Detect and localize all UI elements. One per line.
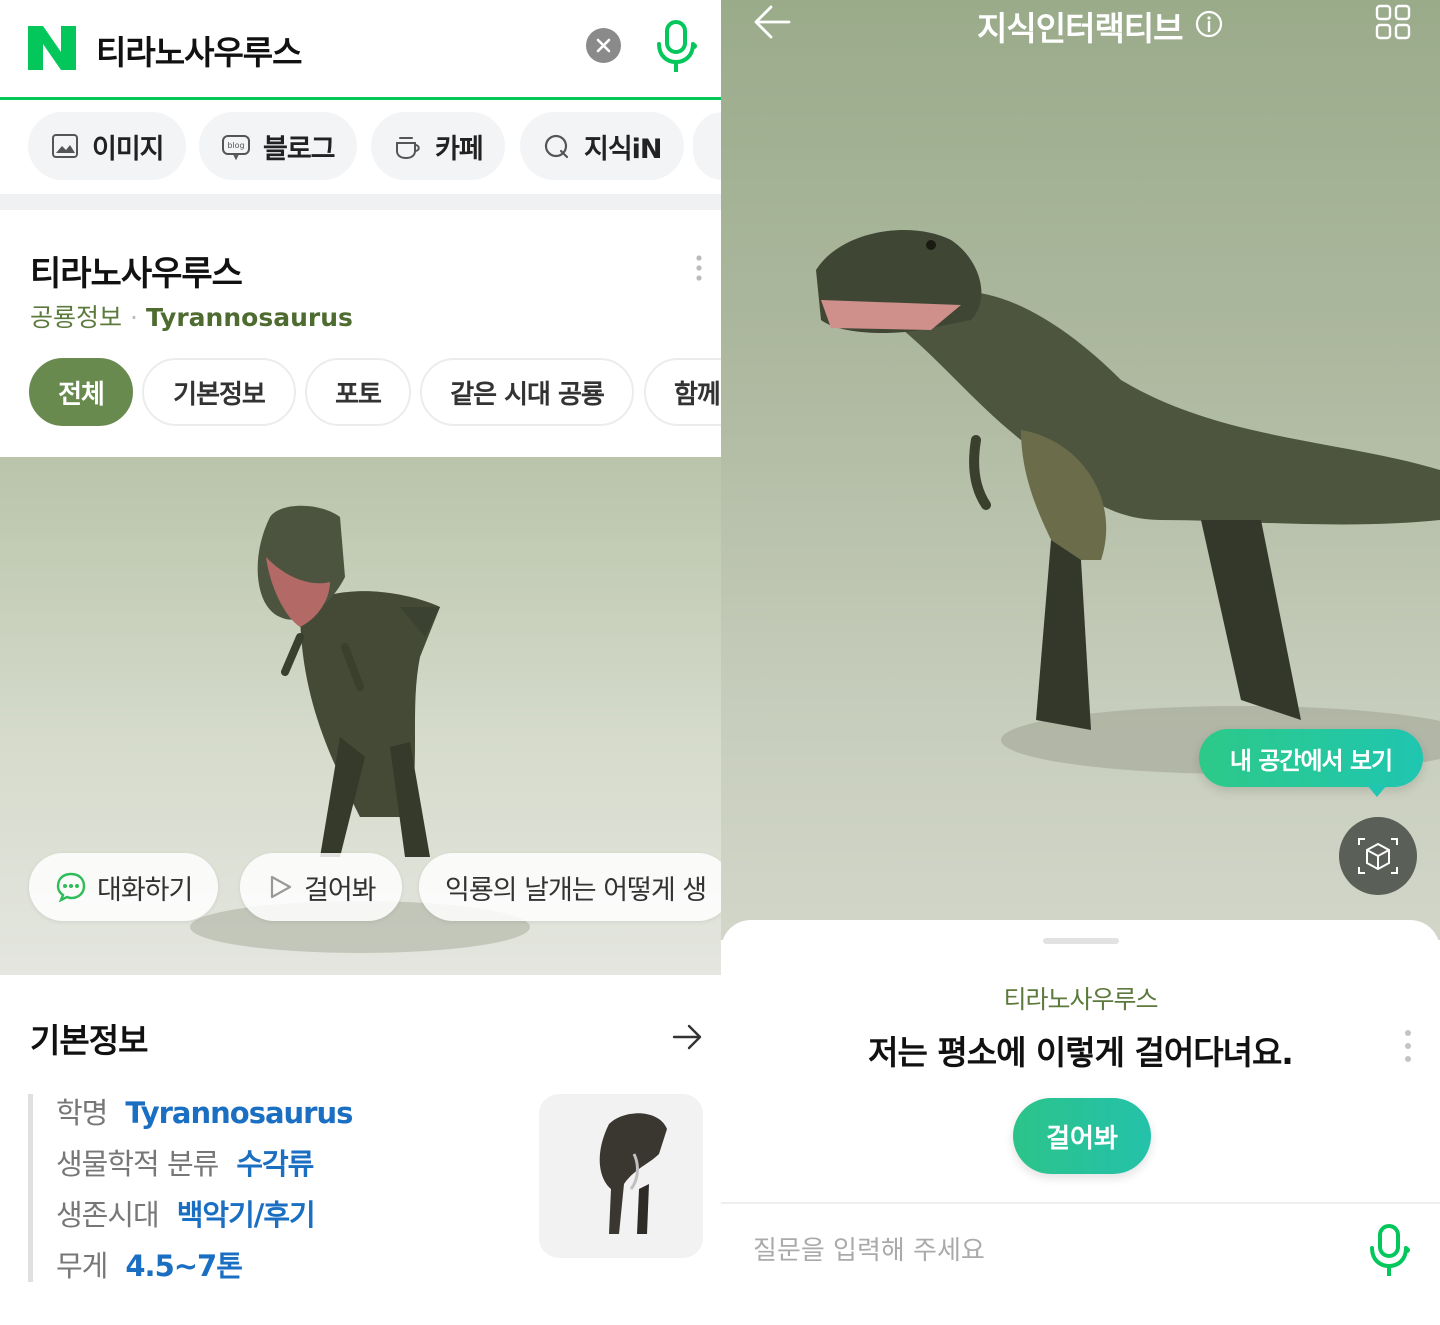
more-vertical-icon[interactable]	[1403, 1028, 1413, 1064]
info-key: 학명	[56, 1096, 108, 1130]
chat-button-label: 대화하기	[97, 874, 193, 906]
basic-info-title[interactable]: 기본정보	[30, 1014, 148, 1062]
dinosaur-3d-stage[interactable]	[721, 0, 1440, 940]
tab-same-era-dinosaurs[interactable]: 같은 시대 공룡	[420, 358, 634, 426]
image-icon	[52, 134, 78, 158]
walk-action-button[interactable]: 걸어봐	[1013, 1098, 1151, 1174]
view-in-my-space-tooltip[interactable]: 내 공간에서 보기	[1199, 729, 1423, 787]
card-english-name: Tyrannosaurus	[145, 303, 353, 332]
search-tab-row: 이미지 blog 블로그 카페 지식iN	[0, 112, 721, 182]
dinosaur-message: 저는 평소에 이렇게 걸어다녀요.	[868, 1033, 1294, 1072]
search-query-text[interactable]: 티라노사우루스	[96, 26, 303, 74]
tab-together[interactable]: 함께	[644, 358, 721, 426]
search-tab-label: 지식iN	[584, 133, 663, 165]
separator-dot: ·	[130, 303, 138, 332]
walk-button[interactable]: 걸어봐	[240, 853, 402, 921]
blog-icon: blog	[222, 135, 250, 161]
info-row-weight: 무게 4.5~7톤	[56, 1243, 243, 1285]
grid-menu-icon[interactable]	[1375, 4, 1411, 40]
cup-icon	[396, 137, 420, 160]
interactive-viewer-panel: 지식인터랙티브 내 공간에서 보기 티라노사우루스 저는 평소에 이렇게 걸어다…	[721, 0, 1440, 1325]
dinosaur-thumbnail-image	[599, 1113, 667, 1234]
card-tab-row: 전체 기본정보 포토 같은 시대 공룡 함께	[0, 358, 721, 428]
info-value-link[interactable]: 수각류	[236, 1147, 314, 1181]
search-results-panel: 티라노사우루스 이미지 blog 블로그 카페 지식iN 티라노사우루스 공룡정…	[0, 0, 721, 1325]
search-tab-kin[interactable]: 지식iN	[520, 112, 684, 180]
info-row-classification: 생물학적 분류 수각류	[56, 1141, 314, 1183]
info-icon[interactable]	[1195, 10, 1223, 38]
naver-logo[interactable]	[28, 26, 76, 70]
sheet-divider	[721, 1202, 1440, 1204]
walk-button-label: 걸어봐	[304, 874, 377, 906]
bottom-sheet: 티라노사우루스 저는 평소에 이렇게 걸어다녀요. 걸어봐	[721, 920, 1440, 1325]
suggested-question-label: 익룡의 날개는 어떻게 생	[445, 874, 707, 906]
info-side-bar	[28, 1094, 33, 1282]
search-tab-label: 이미지	[92, 133, 165, 165]
svg-text:blog: blog	[227, 141, 244, 150]
info-value-link[interactable]: Tyrannosaurus	[125, 1096, 353, 1130]
tab-basic-info[interactable]: 기본정보	[142, 358, 296, 426]
mic-icon[interactable]	[1367, 1224, 1411, 1278]
search-tab-label: 카페	[435, 133, 484, 165]
search-tab-image[interactable]: 이미지	[28, 112, 186, 180]
more-vertical-icon[interactable]	[694, 254, 704, 284]
info-key: 무게	[56, 1249, 108, 1283]
q-icon	[544, 134, 569, 159]
info-row-era: 생존시대 백악기/후기	[56, 1192, 316, 1234]
tab-all[interactable]: 전체	[29, 358, 133, 426]
search-tab-more[interactable]	[693, 112, 721, 180]
chat-bubble-icon	[56, 872, 86, 903]
search-tab-cafe[interactable]: 카페	[371, 112, 505, 180]
card-title[interactable]: 티라노사우루스	[30, 246, 243, 295]
info-key: 생물학적 분류	[56, 1147, 219, 1181]
search-bar: 티라노사우루스	[0, 0, 721, 100]
info-value: 4.5~7톤	[125, 1249, 243, 1283]
search-tab-blog[interactable]: blog 블로그	[199, 112, 357, 180]
sheet-drag-handle[interactable]	[1043, 938, 1119, 944]
back-arrow-icon[interactable]	[753, 4, 791, 40]
tooltip-tail	[1367, 785, 1387, 797]
info-key: 생존시대	[56, 1198, 160, 1232]
page-title: 지식인터랙티브	[977, 9, 1184, 48]
close-icon	[596, 38, 611, 53]
play-icon	[270, 875, 292, 899]
ar-cube-icon	[1358, 838, 1398, 874]
clear-search-button[interactable]	[586, 28, 621, 63]
tab-photo[interactable]: 포토	[305, 358, 411, 426]
info-value-link[interactable]: 백악기/후기	[177, 1198, 316, 1232]
info-row-scientific-name: 학명 Tyrannosaurus	[56, 1090, 353, 1132]
card-subtitle: 공룡정보 · Tyrannosaurus	[30, 298, 353, 334]
tyrannosaurus-large-illustration	[816, 230, 1440, 774]
arrow-right-icon[interactable]	[672, 1022, 704, 1052]
speaker-name: 티라노사우루스	[1003, 985, 1158, 1014]
dinosaur-3d-view[interactable]: 대화하기 걸어봐 익룡의 날개는 어떻게 생	[0, 457, 721, 975]
question-input[interactable]	[753, 1226, 1353, 1276]
suggested-question-chip[interactable]: 익룡의 날개는 어떻게 생	[419, 853, 721, 921]
card-category: 공룡정보	[30, 303, 123, 332]
search-tab-label: 블로그	[263, 133, 336, 165]
chat-button[interactable]: 대화하기	[29, 853, 219, 921]
dinosaur-thumbnail[interactable]	[539, 1094, 703, 1258]
mic-icon[interactable]	[654, 20, 698, 74]
section-divider	[0, 194, 721, 210]
ar-view-button[interactable]	[1339, 817, 1417, 895]
